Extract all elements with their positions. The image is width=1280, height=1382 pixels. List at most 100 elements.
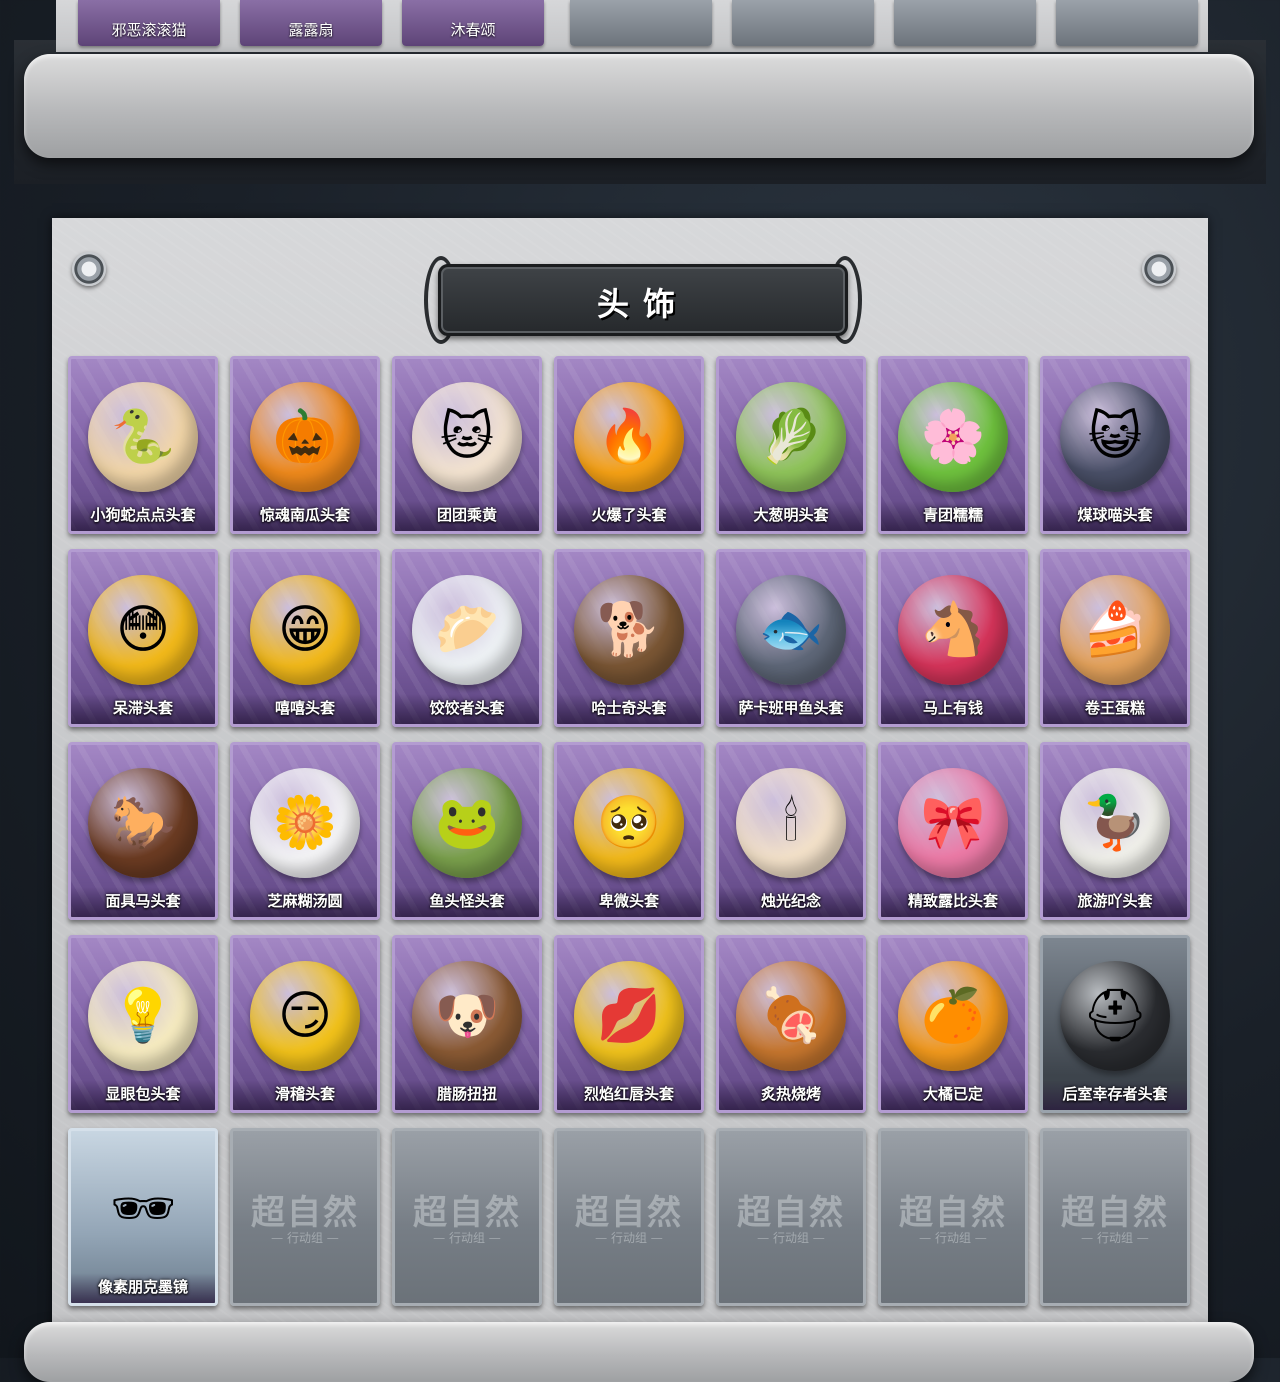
placeholder-logo-sub: — 行动组 — — [595, 1231, 663, 1245]
snake-dog-head-icon: 🐍 — [88, 382, 198, 493]
headwear-item-card[interactable]: 😏 滑稽头套 — [230, 935, 380, 1113]
item-name: 火爆了头套 — [591, 507, 667, 524]
item-name: 嘻嘻头套 — [274, 700, 335, 717]
headwear-item-card[interactable]: 🐴 马上有钱 — [878, 549, 1028, 727]
previous-item-card[interactable] — [894, 0, 1036, 46]
headwear-item-card[interactable]: 🍰 卷王蛋糕 — [1040, 549, 1190, 727]
section-header-ribbon: 头饰 — [438, 264, 848, 336]
item-name: 腊肠扭扭 — [436, 1086, 497, 1103]
previous-item-card[interactable]: 邪恶滚滚猫 — [78, 0, 220, 46]
item-name: 芝麻糊汤圆 — [267, 893, 343, 910]
item-name: 大葱明头套 — [753, 507, 829, 524]
fire-head-icon: 🔥 — [574, 382, 684, 493]
headwear-item-card[interactable]: 😳 呆滞头套 — [68, 549, 218, 727]
headwear-item-card[interactable]: 🌼 芝麻糊汤圆 — [230, 742, 380, 920]
empty-item-slot[interactable]: 超自然 — 行动组 — — [392, 1128, 542, 1306]
placeholder-logo-icon: 超自然 — [251, 1193, 359, 1233]
item-name: 滑稽头套 — [274, 1086, 335, 1103]
item-name: 面具马头套 — [105, 893, 181, 910]
fish-monster-head-icon: 🐸 — [412, 768, 522, 879]
previous-section-scroll-roll — [24, 54, 1254, 158]
empty-item-slot[interactable]: 超自然 — 行动组 — — [716, 1128, 866, 1306]
left-corner-ornament-icon — [54, 252, 124, 286]
headwear-item-card[interactable]: 🍖 炙热烧烤 — [716, 935, 866, 1113]
headwear-item-card[interactable]: 🥺 卑微头套 — [554, 742, 704, 920]
empty-item-slot[interactable]: 超自然 — 行动组 — — [1040, 1128, 1190, 1306]
headwear-item-card[interactable]: 🌸 青团糯糯 — [878, 356, 1028, 534]
headwear-item-card[interactable]: 🕯 烛光纪念 — [716, 742, 866, 920]
item-name: 饺饺者头套 — [429, 700, 505, 717]
headwear-item-card[interactable]: 🐍 小狗蛇点点头套 — [68, 356, 218, 534]
previous-item-card[interactable] — [1056, 0, 1198, 46]
headwear-item-card[interactable]: 🕶 像素朋克墨镜 — [68, 1128, 218, 1306]
placeholder-logo-sub: — 行动组 — — [433, 1231, 501, 1245]
pumpkin-head-icon: 🎃 — [250, 382, 360, 493]
placeholder-logo-icon: 超自然 — [899, 1193, 1007, 1233]
item-name: 马上有钱 — [922, 700, 983, 717]
placeholder-logo-sub: — 行动组 — — [919, 1231, 987, 1245]
section-title: 头饰 — [596, 286, 689, 322]
husky-head-icon: 🐕 — [574, 575, 684, 686]
empty-item-slot[interactable]: 超自然 — 行动组 — — [878, 1128, 1028, 1306]
item-name: 烈焰红唇头套 — [583, 1086, 674, 1103]
placeholder-logo-icon: 超自然 — [1061, 1193, 1169, 1233]
headwear-item-card[interactable]: 🐕 哈士奇头套 — [554, 549, 704, 727]
item-name: 卷王蛋糕 — [1084, 700, 1145, 717]
horse-mask-head-icon: 🐎 — [88, 768, 198, 879]
headwear-item-card[interactable]: 🍊 大橘已定 — [878, 935, 1028, 1113]
item-name: 青团糯糯 — [922, 507, 983, 524]
placeholder-logo-icon: 超自然 — [413, 1193, 521, 1233]
previous-item-name: 露露扇 — [288, 22, 334, 39]
bottom-scroll-roll — [24, 1322, 1254, 1382]
green-dumpling-head-icon: 🌸 — [898, 382, 1008, 493]
previous-item-card[interactable]: 沐春颂 — [402, 0, 544, 46]
item-name: 炙热烧烤 — [760, 1086, 821, 1103]
funny-emoji-head-icon: 😏 — [250, 961, 360, 1072]
previous-section-panel: 邪恶滚滚猫 露露扇 沐春颂 — [56, 0, 1208, 52]
empty-item-slot[interactable]: 超自然 — 行动组 — — [230, 1128, 380, 1306]
headwear-item-card[interactable]: 🐱 团团乘黄 — [392, 356, 542, 534]
placeholder-logo-icon: 超自然 — [737, 1193, 845, 1233]
previous-item-card[interactable]: 露露扇 — [240, 0, 382, 46]
item-name: 煤球喵头套 — [1077, 507, 1153, 524]
headwear-grid: 🐍 小狗蛇点点头套 🎃 惊魂南瓜头套 🐱 团团乘黄 🔥 火爆了头套 🥬 大葱明头套 🌸 青团糯糯 😺 煤球… — [68, 356, 1194, 1316]
item-name: 团团乘黄 — [436, 507, 497, 524]
headwear-item-card[interactable]: 🐟 萨卡班甲鱼头套 — [716, 549, 866, 727]
previous-item-name: 邪恶滚滚猫 — [111, 22, 187, 39]
item-name: 旅游吖头套 — [1077, 893, 1153, 910]
headwear-item-card[interactable]: 🐸 鱼头怪头套 — [392, 742, 542, 920]
headwear-item-card[interactable]: 🎀 精致露比头套 — [878, 742, 1028, 920]
item-name: 烛光纪念 — [760, 893, 821, 910]
previous-item-card[interactable] — [570, 0, 712, 46]
headwear-item-card[interactable]: 🎃 惊魂南瓜头套 — [230, 356, 380, 534]
headwear-item-card[interactable]: 🦆 旅游吖头套 — [1040, 742, 1190, 920]
headwear-item-card[interactable]: 💡 显眼包头套 — [68, 935, 218, 1113]
bbq-meat-head-icon: 🍖 — [736, 961, 846, 1072]
headwear-item-card[interactable]: 🥟 饺饺者头套 — [392, 549, 542, 727]
placeholder-logo-sub: — 行动组 — — [757, 1231, 825, 1245]
placeholder-logo-sub: — 行动组 — — [1081, 1231, 1149, 1245]
red-horse-head-icon: 🐴 — [898, 575, 1008, 686]
bulb-crown-head-icon: 💡 — [88, 961, 198, 1072]
scallion-head-icon: 🥬 — [736, 382, 846, 493]
previous-item-card[interactable] — [732, 0, 874, 46]
item-name: 呆滞头套 — [112, 700, 173, 717]
orange-slice-head-icon: 🍊 — [898, 961, 1008, 1072]
placeholder-logo-sub: — 行动组 — — [271, 1231, 339, 1245]
pixel-sunglasses-icon: 🕶 — [109, 1180, 176, 1239]
roll-cake-head-icon: 🍰 — [1060, 575, 1170, 686]
item-name: 大橘已定 — [922, 1086, 983, 1103]
grin-emoji-head-icon: 😁 — [250, 575, 360, 686]
item-name: 惊魂南瓜头套 — [259, 507, 350, 524]
headwear-item-card[interactable]: 🐶 腊肠扭扭 — [392, 935, 542, 1113]
item-name: 卑微头套 — [598, 893, 659, 910]
headwear-item-card[interactable]: 💋 烈焰红唇头套 — [554, 935, 704, 1113]
headwear-item-card[interactable]: 🔥 火爆了头套 — [554, 356, 704, 534]
headwear-item-card[interactable]: 😁 嘻嘻头套 — [230, 549, 380, 727]
headwear-item-card[interactable]: 🐎 面具马头套 — [68, 742, 218, 920]
headwear-item-card[interactable]: 😺 煤球喵头套 — [1040, 356, 1190, 534]
headwear-item-card[interactable]: 🥬 大葱明头套 — [716, 356, 866, 534]
duck-hat-head-icon: 🦆 — [1060, 768, 1170, 879]
headwear-item-card[interactable]: ⛑ 后室幸存者头套 — [1040, 935, 1190, 1113]
empty-item-slot[interactable]: 超自然 — 行动组 — — [554, 1128, 704, 1306]
